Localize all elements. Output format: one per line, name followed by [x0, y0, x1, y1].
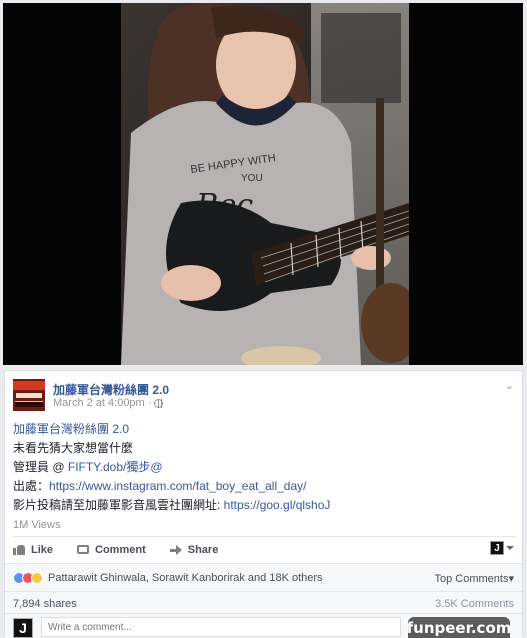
- site-watermark: funpeer.com: [406, 617, 512, 638]
- page-identity-selector[interactable]: J: [490, 541, 514, 555]
- caret-down-icon: [506, 546, 514, 550]
- post-meta: March 2 at 4:00pm ·: [53, 397, 164, 409]
- top-comments-caret-icon: ▾: [508, 573, 514, 585]
- post-card: 加藤軍台灣粉絲團 2.0 March 2 at 4:00pm · ⌄ 加藤軍台灣…: [4, 370, 523, 638]
- action-bar: Like Comment Share J: [13, 536, 516, 562]
- like-button[interactable]: Like: [13, 544, 53, 556]
- top-comments-label: Top Comments: [434, 573, 509, 585]
- page-identity-avatar: J: [490, 541, 504, 555]
- shares-count[interactable]: 7,894 shares: [13, 598, 77, 610]
- shirt-text-2: YOU: [241, 173, 263, 184]
- comment-icon: [77, 545, 90, 554]
- comment-button[interactable]: Comment: [77, 544, 146, 556]
- comment-input[interactable]: [41, 617, 401, 637]
- reaction-names[interactable]: Pattarawit Ghinwala, Sorawit Kanborirak …: [48, 572, 323, 584]
- page-name-link[interactable]: 加藤軍台灣粉絲團 2.0: [53, 381, 169, 398]
- source-link[interactable]: https://www.instagram.com/fat_boy_eat_al…: [49, 479, 306, 493]
- video-thumbnail: BE HAPPY WITH YOU Rec: [121, 3, 409, 365]
- thumbs-up-icon: [13, 544, 25, 555]
- post-text: 加藤軍台灣粉絲團 2.0 未看先猜大家想當什麼 管理員 @ FIFTY.dob/…: [13, 420, 513, 515]
- share-label: Share: [187, 543, 219, 556]
- admin-link[interactable]: FIFTY.dob/獨步@: [68, 460, 163, 474]
- video-frame[interactable]: BE HAPPY WITH YOU Rec: [3, 3, 523, 365]
- globe-icon: [154, 398, 164, 408]
- video-player[interactable]: BE HAPPY WITH YOU Rec: [0, 0, 527, 368]
- share-arrow-icon: [169, 544, 182, 555]
- like-label: Like: [31, 543, 54, 556]
- commenter-avatar: J: [13, 618, 33, 638]
- group-link[interactable]: https://goo.gl/qlshoJ: [224, 498, 331, 512]
- post-line-3: 管理員 @ FIFTY.dob/獨步@: [13, 458, 513, 477]
- post-page-mention[interactable]: 加藤軍台灣粉絲團 2.0: [13, 420, 513, 439]
- top-comments-dropdown[interactable]: Top Comments▾: [434, 572, 514, 585]
- stats-row: 7,894 shares 3.5K Comments: [5, 591, 522, 613]
- post-line-5: 影片投稿請至加藤軍影音風雲社團網址: https://goo.gl/qlshoJ: [13, 496, 513, 515]
- chevron-down-icon[interactable]: ⌄: [505, 379, 514, 392]
- comment-label: Comment: [95, 543, 146, 556]
- admin-label: 管理員 @: [13, 460, 68, 474]
- comments-count[interactable]: 3.5K Comments: [435, 598, 514, 610]
- wow-reaction-icon: [31, 571, 43, 584]
- view-count: 1M Views: [13, 519, 61, 531]
- post-line-4: 出處：https://www.instagram.com/fat_boy_eat…: [13, 477, 513, 496]
- meta-dot: ·: [147, 397, 152, 409]
- post-timestamp[interactable]: March 2 at 4:00pm: [53, 397, 145, 409]
- reactions-bar[interactable]: Pattarawit Ghinwala, Sorawit Kanborirak …: [5, 563, 522, 591]
- source-label: 出處：: [13, 479, 50, 493]
- post-line-2: 未看先猜大家想當什麼: [13, 441, 134, 455]
- share-button[interactable]: Share: [169, 543, 219, 556]
- submit-label: 影片投稿請至加藤軍影音風雲社團網址:: [13, 498, 224, 512]
- page-avatar[interactable]: [13, 379, 45, 411]
